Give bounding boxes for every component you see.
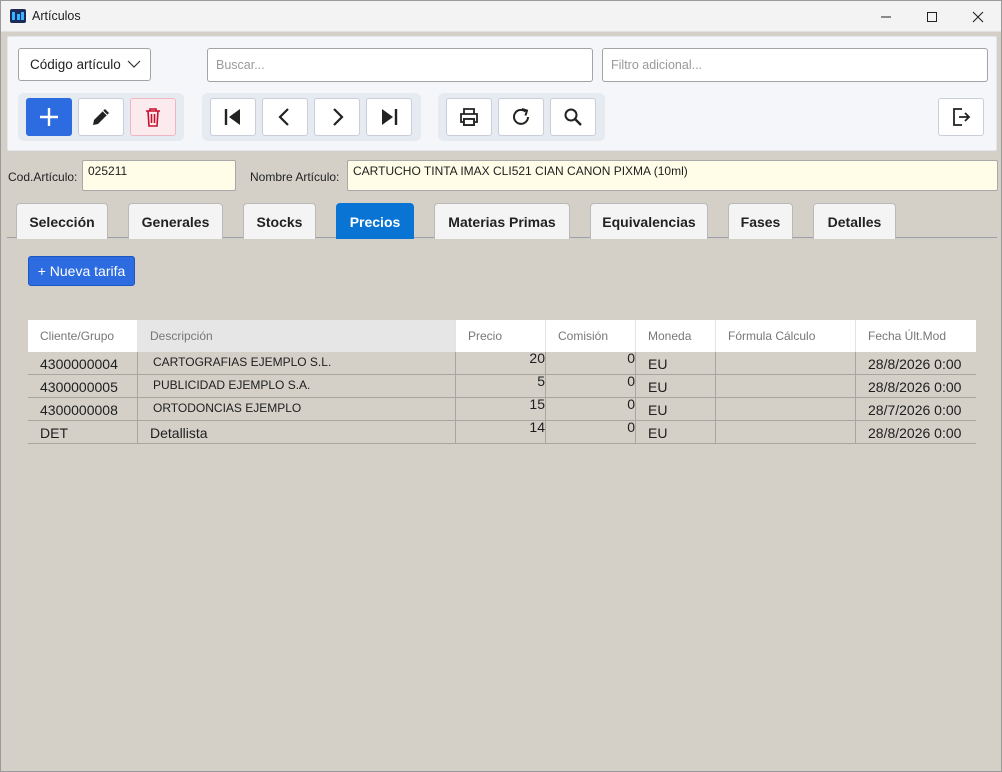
next-record-button[interactable]: [314, 98, 360, 136]
cell-precio: 5: [456, 375, 546, 398]
tab-detalles[interactable]: Detalles: [813, 203, 896, 239]
previous-record-button[interactable]: [262, 98, 308, 136]
cell-formula: [716, 398, 856, 421]
article-code-field[interactable]: 025211: [82, 160, 236, 191]
search-icon: [564, 108, 582, 126]
add-button[interactable]: [26, 98, 72, 136]
cell-comision: 0: [546, 421, 636, 444]
minimize-icon: [881, 16, 891, 17]
trash-icon: [146, 108, 160, 127]
tab-seleccion[interactable]: Selección: [16, 203, 108, 239]
cell-fecha: 28/8/2026 0:00: [868, 425, 962, 441]
toolbar: Código artículo: [7, 36, 997, 151]
chevron-down-icon: [127, 60, 141, 68]
cell-fecha: 28/8/2026 0:00: [868, 379, 962, 395]
tab-stocks[interactable]: Stocks: [243, 203, 316, 239]
close-icon: [972, 11, 984, 22]
tab-equivalencias[interactable]: Equivalencias: [590, 203, 708, 239]
skip-last-icon: [382, 109, 398, 125]
cell-comision: 0: [546, 375, 636, 398]
tab-precios[interactable]: Precios: [336, 203, 414, 239]
additional-filter-input[interactable]: [602, 48, 988, 82]
last-record-button[interactable]: [366, 98, 412, 136]
search-input[interactable]: [207, 48, 593, 82]
cell-cliente: 4300000004: [28, 352, 138, 375]
cell-precio: 14: [456, 421, 546, 444]
cell-moneda: EU: [636, 352, 716, 375]
cell-cliente: 4300000008: [28, 398, 138, 421]
navigation-group: [202, 93, 421, 141]
maximize-button[interactable]: [909, 1, 955, 32]
cell-moneda: EU: [636, 398, 716, 421]
search-button[interactable]: [550, 98, 596, 136]
chevron-left-icon: [278, 108, 289, 126]
minimize-button[interactable]: [863, 1, 909, 32]
table-row[interactable]: 4300000008 ORTODONCIAS EJEMPLO 15 0 EU 28/7/2…: [28, 398, 976, 421]
cell-formula: [716, 375, 856, 398]
cell-precio: 15: [456, 398, 546, 421]
record-actions-group: [18, 93, 184, 141]
window-title: Artículos: [32, 9, 81, 23]
app-logo-icon: [10, 9, 26, 23]
cell-descripcion: CARTOGRAFIAS EJEMPLO S.L.: [138, 352, 456, 375]
close-button[interactable]: [955, 1, 1001, 32]
column-header-descripcion[interactable]: Descripción: [138, 320, 456, 352]
cell-comision: 0: [546, 398, 636, 421]
cell-fecha: 28/7/2026 0:00: [868, 402, 962, 418]
column-header-cliente[interactable]: Cliente/Grupo: [28, 320, 138, 352]
cell-descripcion: PUBLICIDAD EJEMPLO S.A.: [138, 375, 456, 398]
table-row[interactable]: 4300000005 PUBLICIDAD EJEMPLO S.A. 5 0 EU 28/…: [28, 375, 976, 398]
refresh-button[interactable]: [498, 98, 544, 136]
plus-icon: [40, 108, 58, 126]
cell-moneda: EU: [636, 421, 716, 444]
column-header-fecha[interactable]: Fecha Últ.Mod: [856, 320, 976, 352]
pencil-icon: [93, 109, 109, 125]
cell-fecha: 28/8/2026 0:00: [868, 356, 962, 372]
cell-descripcion: ORTODONCIAS EJEMPLO: [138, 398, 456, 421]
column-header-precio[interactable]: Precio: [456, 320, 546, 352]
cell-cliente: 4300000005: [28, 375, 138, 398]
printer-icon: [460, 108, 478, 126]
table-row[interactable]: DET Detallista 14 0 EU 28/8/2026 0:00: [28, 421, 976, 444]
cell-descripcion: Detallista: [138, 421, 456, 444]
cell-cliente: DET: [28, 421, 138, 444]
print-button[interactable]: [446, 98, 492, 136]
first-record-button[interactable]: [210, 98, 256, 136]
tools-group: [438, 93, 605, 141]
table-row[interactable]: 4300000004 CARTOGRAFIAS EJEMPLO S.L. 20 0 EU…: [28, 352, 976, 375]
maximize-icon: [927, 11, 937, 22]
chevron-right-icon: [333, 108, 344, 126]
article-name-field[interactable]: CARTUCHO TINTA IMAX CLI521 CIAN CANON PI…: [347, 160, 998, 191]
column-header-formula[interactable]: Fórmula Cálculo: [716, 320, 856, 352]
tab-materias-primas[interactable]: Materias Primas: [434, 203, 570, 239]
delete-button[interactable]: [130, 98, 176, 136]
article-name-label: Nombre Artículo:: [250, 170, 340, 184]
exit-button[interactable]: [938, 98, 984, 136]
cell-comision: 0: [546, 352, 636, 375]
cell-formula: [716, 421, 856, 444]
articulos-window: Artículos Código artículo Buscar... Filt…: [0, 0, 1002, 772]
new-rate-button[interactable]: + Nueva tarifa: [28, 256, 135, 286]
search-field-select[interactable]: Código artículo: [18, 48, 151, 81]
cell-formula: [716, 352, 856, 375]
refresh-icon: [513, 108, 529, 125]
tab-generales[interactable]: Generales: [128, 203, 223, 239]
article-code-label: Cod.Artículo:: [8, 170, 78, 184]
column-header-comision[interactable]: Comisión: [546, 320, 636, 352]
tab-fases[interactable]: Fases: [728, 203, 793, 239]
title-bar: Artículos: [1, 1, 1001, 32]
edit-button[interactable]: [78, 98, 124, 136]
skip-first-icon: [224, 109, 240, 125]
logout-icon: [953, 108, 971, 126]
cell-moneda: EU: [636, 375, 716, 398]
cell-precio: 20: [456, 352, 546, 375]
column-header-moneda[interactable]: Moneda: [636, 320, 716, 352]
search-field-select-value: Código artículo: [30, 57, 121, 72]
